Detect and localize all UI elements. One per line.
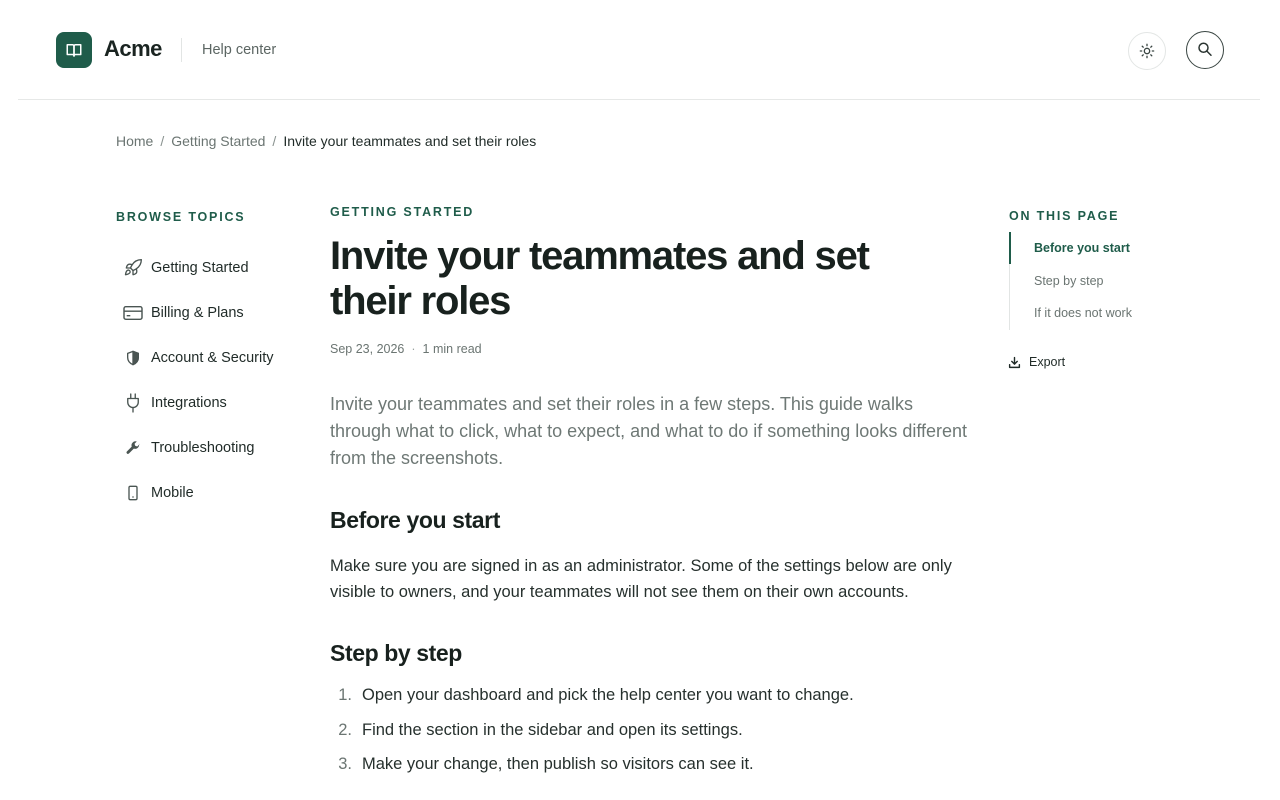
step-item: 2. Find the section in the sidebar and op… [330, 721, 970, 756]
theme-toggle-button[interactable] [1128, 32, 1166, 70]
steps-list: 1. Open your dashboard and pick the help … [330, 686, 970, 790]
shield-icon [115, 350, 151, 366]
sidebar-item-label: Billing & Plans [151, 304, 244, 321]
search-icon [1198, 42, 1212, 56]
search-button[interactable] [1186, 31, 1224, 69]
breadcrumb: Home / Getting Started / Invite your teammat… [116, 133, 536, 149]
step-text: Open your dashboard and pick the help ce… [362, 686, 854, 704]
section-heading-step-by-step: Step by step [330, 640, 462, 666]
wrench-icon [115, 440, 151, 456]
step-item: 1. Open your dashboard and pick the help … [330, 686, 970, 721]
step-text: Find the section in the sidebar and open… [362, 720, 743, 739]
export-button[interactable]: Export [1008, 355, 1065, 369]
sidebar-item-label: Getting Started [151, 259, 249, 276]
plug-icon [115, 392, 151, 414]
sidebar-item-label: Integrations [151, 394, 227, 411]
breadcrumb-separator: / [272, 133, 277, 149]
step-text: Make your change, then publish so visito… [362, 755, 754, 773]
topics-list: Getting Started Billing & Plans Account … [116, 245, 306, 515]
article-date: Sep 23, 2026 [330, 342, 405, 356]
breadcrumb-current: Invite your teammates and set their role… [283, 133, 537, 149]
sidebar-item-label: Mobile [151, 484, 194, 501]
breadcrumb-separator: / [160, 133, 165, 149]
sidebar-item-label: Account & Security [151, 349, 274, 366]
toc-item-if-it-does-not-work[interactable]: If it does not work [1010, 297, 1169, 330]
sun-icon [1139, 43, 1155, 59]
sidebar-item-label: Troubleshooting [151, 439, 255, 456]
sidebar-item-mobile[interactable]: Mobile [116, 470, 306, 515]
help-center-label[interactable]: Help center [202, 42, 276, 58]
article-read-time: 1 min read [422, 342, 482, 356]
brand-name[interactable]: Acme [104, 36, 162, 62]
brand-divider [181, 38, 182, 62]
step-item: 3. Make your change, then publish so visi… [330, 755, 970, 790]
browse-topics-title: BROWSE TOPICS [116, 210, 246, 224]
sidebar-item-billing[interactable]: Billing & Plans [116, 290, 306, 335]
site-header: Acme Help center [18, 0, 1260, 100]
credit-card-icon [115, 304, 151, 322]
meta-dot: · [411, 342, 416, 356]
section-heading-before-you-start: Before you start [330, 507, 500, 533]
step-number: 1. [338, 686, 352, 704]
sidebar-item-getting-started[interactable]: Getting Started [116, 245, 306, 290]
book-icon [66, 44, 82, 57]
article-lead: Invite your teammates and set their role… [330, 394, 968, 468]
article-title: Invite your teammates and set their role… [330, 234, 870, 323]
sidebar-item-account-security[interactable]: Account & Security [116, 335, 306, 380]
sidebar-item-integrations[interactable]: Integrations [116, 380, 306, 425]
article-meta: Sep 23, 2026 · 1 min read [330, 342, 482, 356]
article-category[interactable]: GETTING STARTED [330, 205, 474, 219]
toc-item-before-you-start[interactable]: Before you start [1009, 232, 1169, 265]
phone-icon [115, 485, 151, 501]
breadcrumb-getting-started[interactable]: Getting Started [171, 133, 265, 149]
table-of-contents: Before you start Step by step If it does… [1009, 232, 1169, 330]
rocket-icon [115, 258, 151, 278]
step-number: 3. [338, 755, 352, 773]
toc-item-step-by-step[interactable]: Step by step [1010, 265, 1169, 298]
logo[interactable] [56, 32, 92, 68]
on-this-page-title: ON THIS PAGE [1009, 209, 1120, 223]
download-icon [1008, 356, 1021, 369]
section-body-before-you-start: Make sure you are signed in as an admini… [330, 557, 952, 601]
sidebar-item-troubleshooting[interactable]: Troubleshooting [116, 425, 306, 470]
breadcrumb-home[interactable]: Home [116, 133, 153, 149]
step-number: 2. [338, 720, 352, 739]
export-label: Export [1029, 355, 1066, 369]
